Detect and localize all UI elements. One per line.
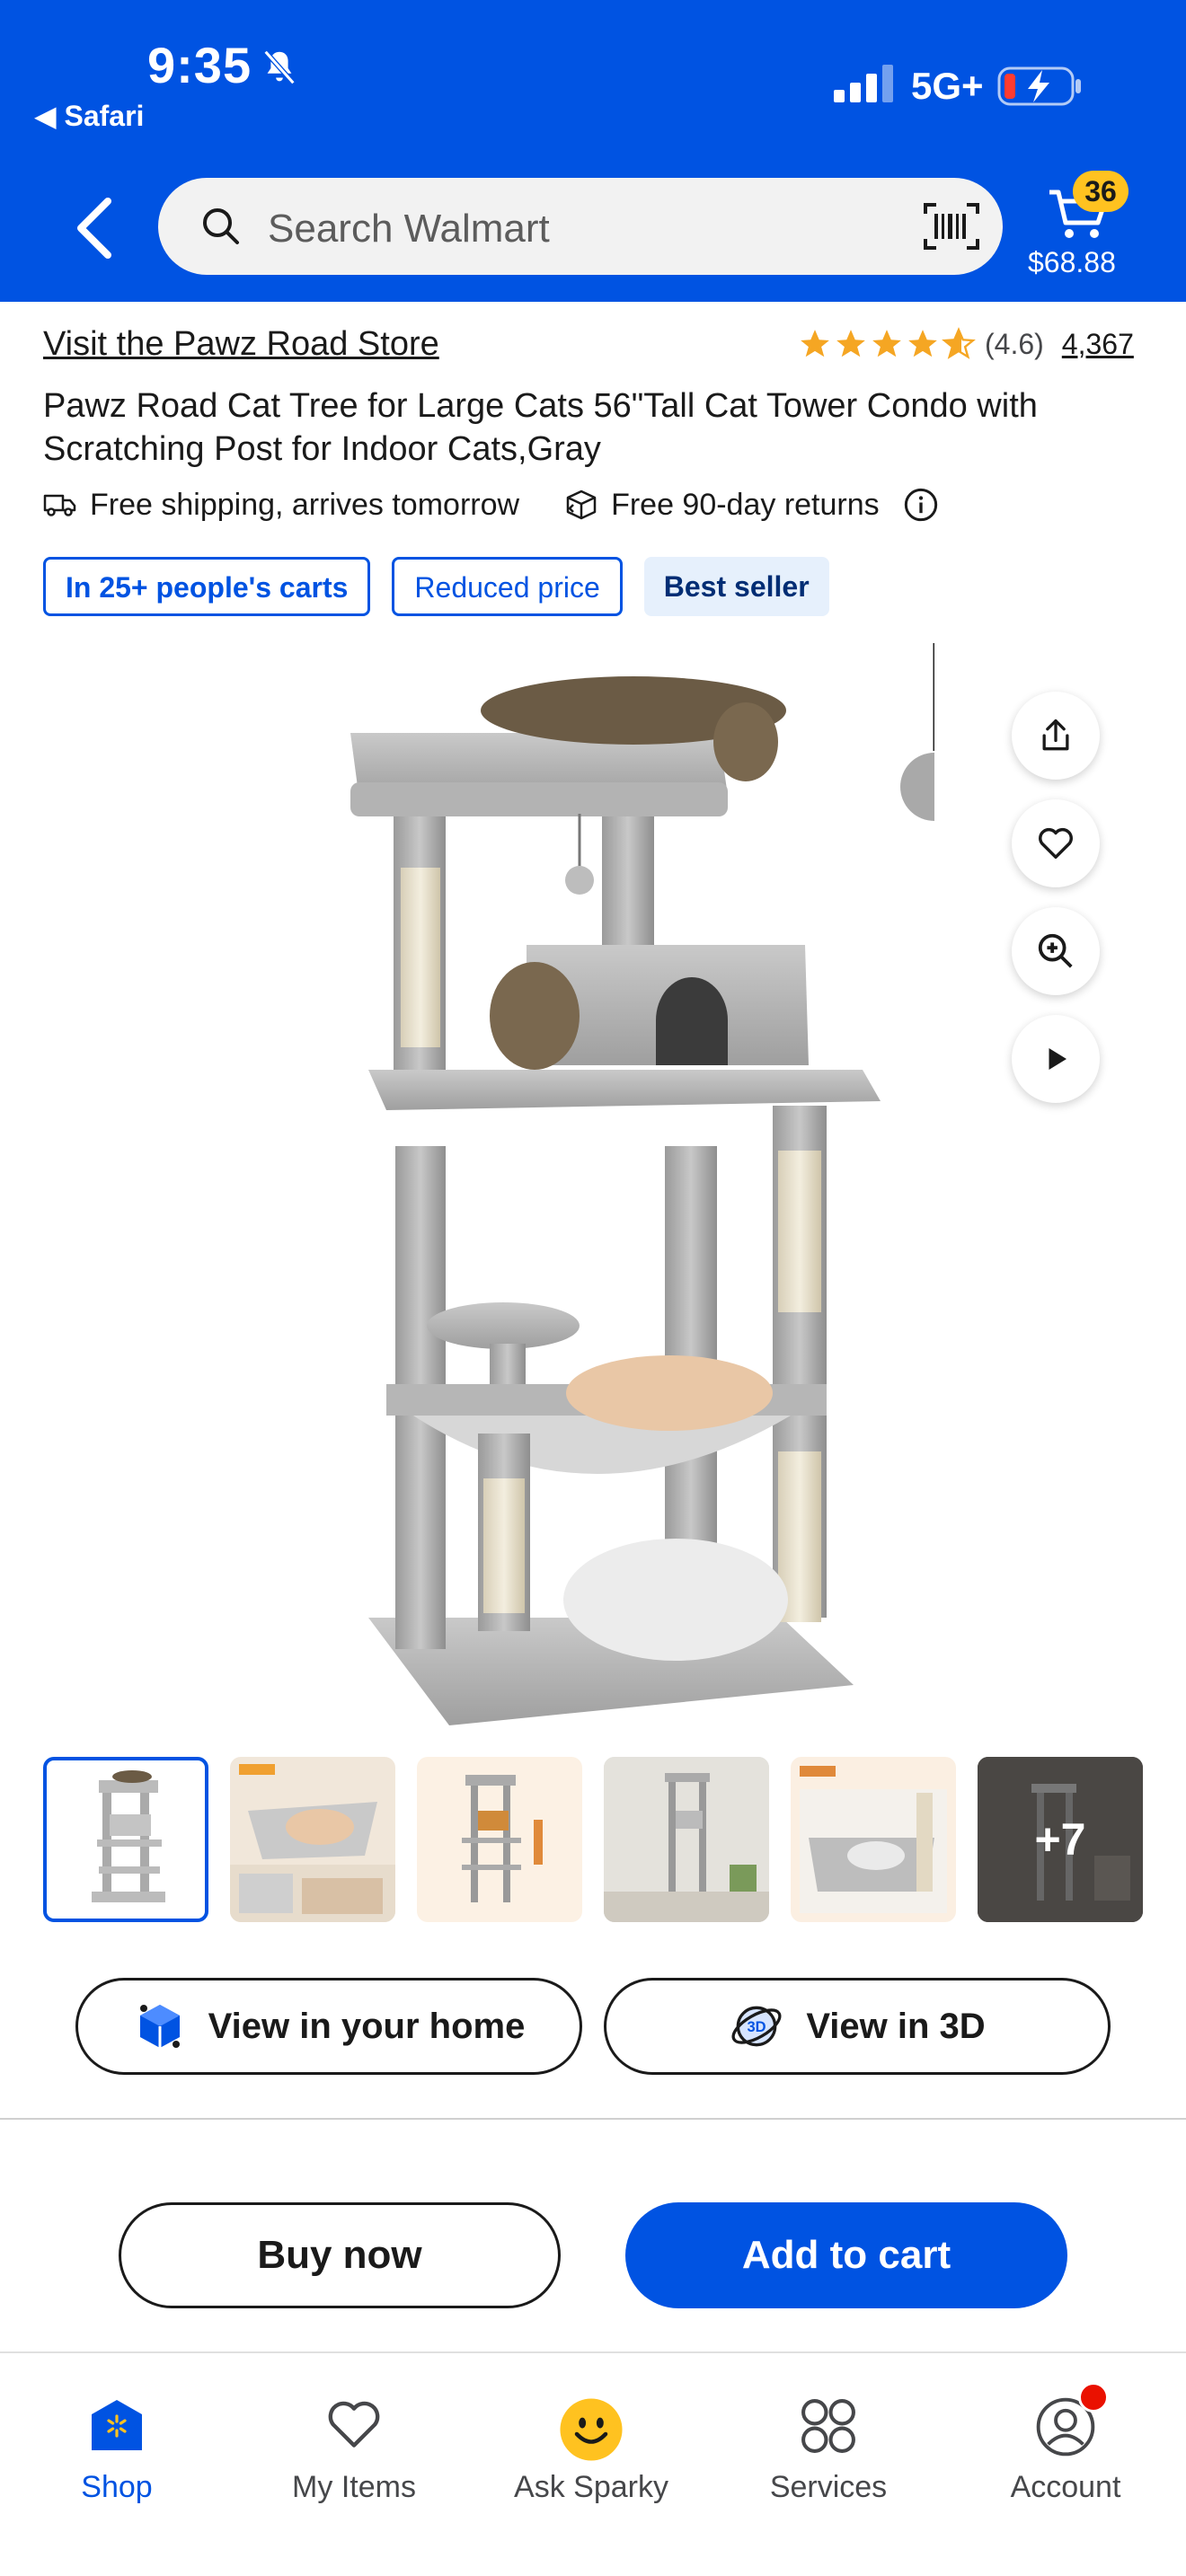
badge-in-carts: In 25+ people's carts (43, 557, 371, 616)
shipping-text: Free shipping, arrives tomorrow (90, 487, 520, 522)
star-icon (801, 330, 829, 357)
zoom-in-icon (1038, 933, 1073, 968)
services-icon (801, 2399, 855, 2453)
share-button[interactable] (1012, 692, 1100, 780)
store-link[interactable]: Visit the Pawz Road Store (43, 325, 439, 364)
network-label: 5G+ (911, 65, 984, 107)
product-badges: In 25+ people's carts Reduced price Best… (43, 557, 829, 616)
thumbnail-5[interactable] (791, 1757, 956, 1922)
info-icon[interactable] (903, 487, 939, 523)
thumbnail-image (462, 1775, 543, 1902)
bottom-tab-bar: Shop My Items Ask Sparky Services Accoun… (0, 2351, 1186, 2576)
cart-button[interactable]: 36 $68.88 (1024, 171, 1159, 287)
status-time: 9:35 (147, 37, 252, 93)
tab-label: Account (1010, 2470, 1121, 2504)
ar-cube-icon (139, 2005, 180, 2048)
shipping-group: Free shipping, arrives tomorrow (43, 488, 519, 523)
bell-muted-icon (263, 49, 296, 85)
rating-value: (4.6) (985, 327, 1044, 360)
view-in-home-label: View in your home (208, 2006, 526, 2046)
tab-label: Services (769, 2470, 888, 2504)
search-placeholder: Search Walmart (268, 207, 550, 251)
view-in-3d-button[interactable]: 3D View in 3D (604, 1978, 1111, 2075)
app-header: 9:35 ◀ Safari 5G+ Search Walmart 36 $68.… (0, 0, 1186, 302)
buy-now-button[interactable]: Buy now (119, 2202, 561, 2308)
thumbnail-more[interactable]: +7 (978, 1757, 1143, 1922)
tab-label: Shop (81, 2470, 153, 2504)
3d-view-icon: 3D (731, 2006, 782, 2047)
rating-summary[interactable]: (4.6) 4,367 (798, 327, 1134, 361)
returns-group: Free 90-day returns (564, 487, 939, 523)
svg-text:3D: 3D (748, 2018, 766, 2035)
thumbnail-image (92, 1770, 165, 1902)
star-icon (908, 330, 937, 357)
battery-charging-icon (997, 66, 1081, 106)
search-icon (203, 208, 239, 244)
shop-icon (92, 2400, 142, 2450)
tab-ask-sparky[interactable]: Ask Sparky (492, 2382, 690, 2517)
search-input[interactable]: Search Walmart (158, 178, 1003, 275)
truck-icon (43, 494, 76, 516)
share-icon (1042, 719, 1069, 751)
tab-account[interactable]: Account (967, 2382, 1164, 2517)
thumbnail-3[interactable] (417, 1757, 582, 1922)
product-title: Pawz Road Cat Tree for Large Cats 56"Tal… (43, 387, 1038, 468)
sparky-icon (560, 2398, 623, 2461)
heart-icon (328, 2401, 380, 2448)
thumbnail-strip: +7 (43, 1757, 1143, 1924)
tab-label: Ask Sparky (514, 2470, 668, 2504)
play-icon (1049, 1048, 1067, 1070)
zoom-button[interactable] (1012, 907, 1100, 995)
notification-dot (1078, 2382, 1109, 2413)
cart-count-badge: 36 (1073, 171, 1128, 212)
returns-text: Free 90-day returns (611, 487, 880, 522)
badge-best-seller: Best seller (643, 557, 829, 616)
heart-icon (1039, 828, 1073, 860)
view-in-3d-label: View in 3D (806, 2006, 986, 2046)
thumbnail-image (604, 1757, 769, 1922)
back-to-safari[interactable]: ◀ Safari (34, 99, 144, 133)
tab-shop[interactable]: Shop (18, 2382, 216, 2517)
thumbnail-1[interactable] (43, 1757, 208, 1922)
back-chevron-icon[interactable] (68, 196, 122, 260)
more-images-count: +7 (1034, 1814, 1086, 1865)
play-video-button[interactable] (1012, 1015, 1100, 1103)
return-box-icon (566, 490, 597, 520)
tab-services[interactable]: Services (730, 2382, 927, 2517)
favorite-button[interactable] (1012, 799, 1100, 887)
thumbnail-2[interactable] (230, 1757, 395, 1922)
thumbnail-image (800, 1766, 947, 1913)
cart-total: $68.88 (1028, 246, 1116, 278)
barcode-scanner-icon[interactable] (924, 201, 979, 251)
badge-reduced-price: Reduced price (392, 557, 623, 616)
star-rating (798, 327, 976, 361)
thumbnail-image (230, 1764, 395, 1922)
star-half-icon (942, 327, 976, 359)
star-icon (872, 330, 901, 357)
signal-icon (834, 65, 893, 102)
section-divider (0, 2118, 1186, 2120)
review-count[interactable]: 4,367 (1062, 328, 1134, 361)
star-icon (836, 330, 865, 357)
view-in-home-button[interactable]: View in your home (75, 1978, 582, 2075)
add-to-cart-button[interactable]: Add to cart (625, 2202, 1067, 2308)
product-image[interactable] (234, 643, 934, 1757)
tab-label: My Items (292, 2470, 416, 2504)
shipping-info: Free shipping, arrives tomorrow Free 90-… (43, 487, 939, 523)
tab-my-items[interactable]: My Items (255, 2382, 453, 2517)
thumbnail-4[interactable] (604, 1757, 769, 1922)
